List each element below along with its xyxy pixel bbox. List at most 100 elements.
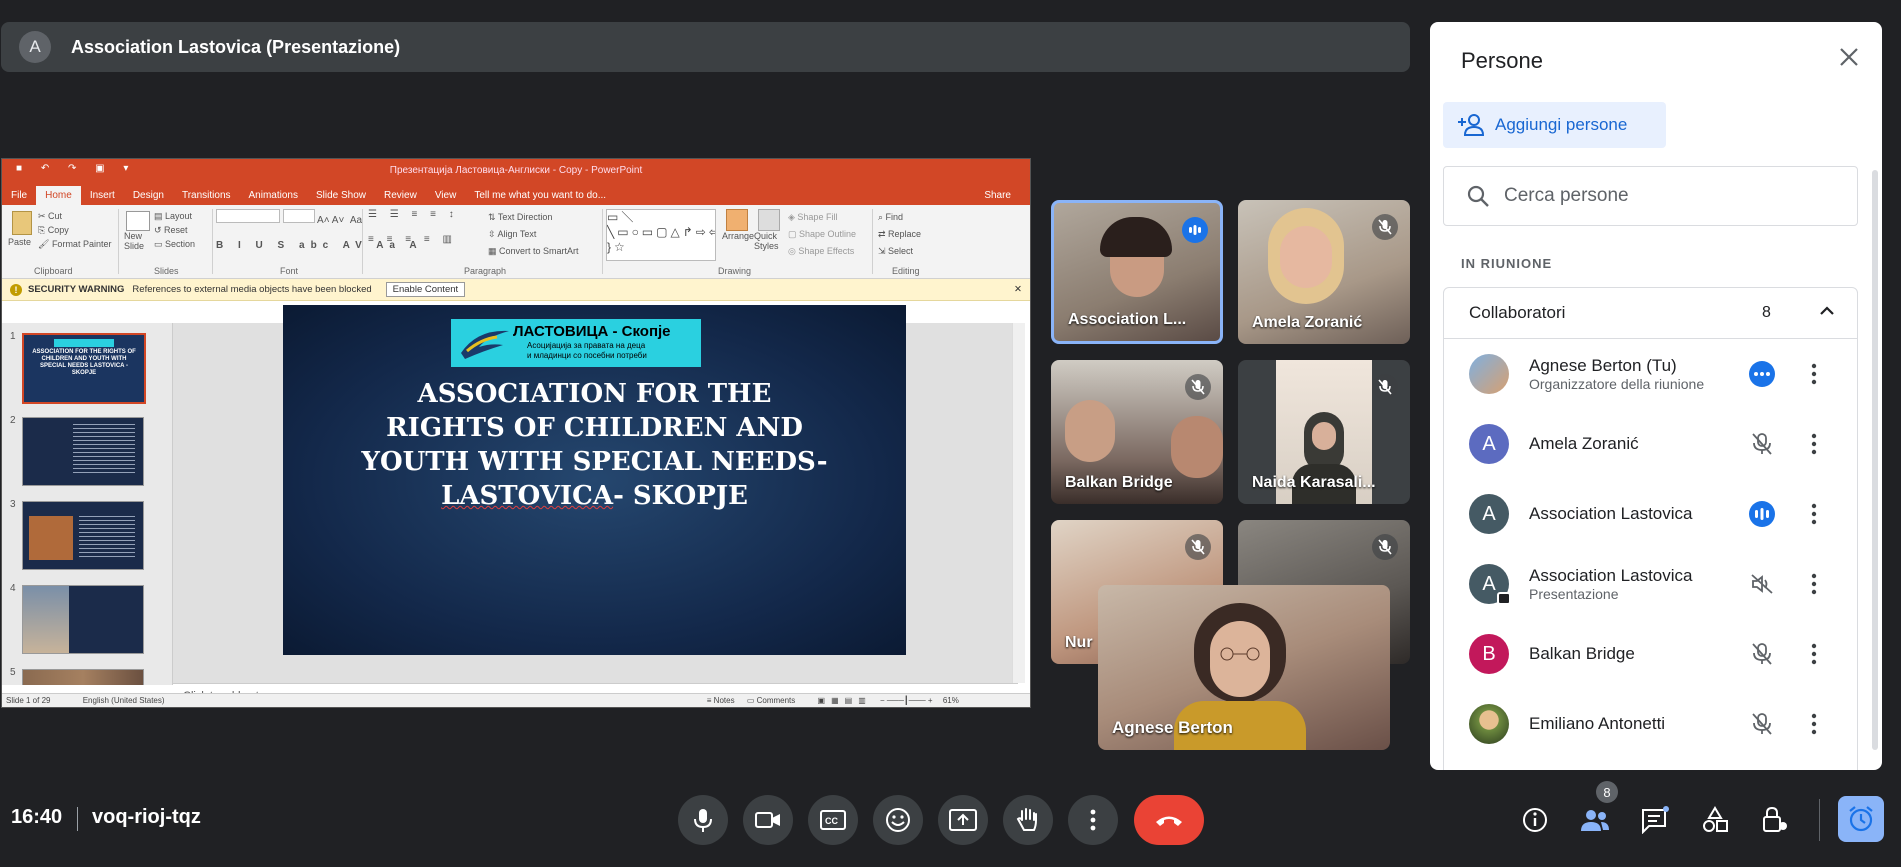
- align-text-button[interactable]: ⇳ Align Text: [488, 226, 579, 243]
- close-panel-button[interactable]: [1838, 46, 1860, 73]
- presenting-indicator-icon: [1746, 358, 1778, 390]
- participant-row[interactable]: A Association Lastovica Presentazione: [1444, 548, 1857, 618]
- tile-association-lastovica[interactable]: Association L...: [1051, 200, 1223, 344]
- tab-slideshow[interactable]: Slide Show: [307, 186, 375, 205]
- comments-toggle[interactable]: ▭ Comments: [747, 696, 795, 705]
- reset-button[interactable]: ↺ Reset: [154, 223, 195, 237]
- more-options-button[interactable]: [1068, 795, 1118, 845]
- camera-button[interactable]: [743, 795, 793, 845]
- font-size-field[interactable]: [282, 209, 315, 223]
- tab-animations[interactable]: Animations: [240, 186, 307, 205]
- format-painter-button[interactable]: 🖌 Format Painter: [38, 237, 111, 251]
- chat-button[interactable]: [1635, 800, 1675, 840]
- more-options-icon[interactable]: [1810, 502, 1818, 526]
- font-name-field[interactable]: [216, 209, 280, 223]
- view-buttons[interactable]: ▣▦▤▥: [818, 696, 872, 705]
- chevron-up-icon[interactable]: [1816, 300, 1838, 322]
- select-button[interactable]: ⇲ Select: [878, 243, 921, 260]
- share-button[interactable]: Share: [975, 186, 1020, 205]
- shapes-gallery[interactable]: ▭＼╲▭○▭▢△↱⇨⇦◇⬡{ }☆: [606, 209, 716, 261]
- slide-thumbnail-5[interactable]: [22, 669, 144, 685]
- thumb-logo: [54, 339, 114, 347]
- tab-transitions[interactable]: Transitions: [173, 186, 240, 205]
- cut-label: Cut: [48, 211, 63, 221]
- zoom-level: 61%: [942, 696, 959, 705]
- more-options-icon[interactable]: [1810, 362, 1818, 386]
- volume-off-icon[interactable]: [1746, 568, 1778, 600]
- shape-effects-button[interactable]: ◎ Shape Effects: [788, 243, 856, 260]
- convert-smartart-button[interactable]: ▦ Convert to SmartArt: [488, 243, 579, 260]
- arrange-button[interactable]: Arrange: [722, 209, 754, 241]
- participant-row[interactable]: A Association Lastovica: [1444, 478, 1857, 548]
- raise-hand-button[interactable]: [1003, 795, 1053, 845]
- slide-thumbnail-2[interactable]: [22, 417, 144, 486]
- mic-off-icon[interactable]: [1746, 428, 1778, 460]
- tab-insert[interactable]: Insert: [81, 186, 124, 205]
- timer-button[interactable]: [1838, 796, 1884, 842]
- find-button[interactable]: ⌕ Find: [878, 209, 921, 226]
- more-options-icon[interactable]: [1810, 712, 1818, 736]
- more-options-icon[interactable]: [1810, 572, 1818, 596]
- mic-off-icon[interactable]: [1746, 638, 1778, 670]
- alarm-clock-icon: [1849, 806, 1873, 832]
- more-options-icon[interactable]: [1810, 432, 1818, 456]
- tab-file[interactable]: File: [2, 186, 36, 205]
- new-slide-button[interactable]: New Slide: [124, 209, 154, 251]
- tile-balkan-bridge[interactable]: Balkan Bridge: [1051, 360, 1223, 504]
- editor-scrollbar[interactable]: [1012, 323, 1025, 683]
- present-screen-button[interactable]: [938, 795, 988, 845]
- close-warning-icon[interactable]: ✕: [1014, 284, 1022, 295]
- current-slide[interactable]: ЛАСТОВИЦА - Скопје Асоцијација за прават…: [283, 305, 906, 655]
- tab-view[interactable]: View: [426, 186, 466, 205]
- tell-me-box[interactable]: Tell me what you want to do...: [465, 186, 615, 205]
- mic-off-icon: [1372, 374, 1398, 400]
- section-button[interactable]: ▭ Section: [154, 237, 195, 251]
- more-options-icon[interactable]: [1810, 642, 1818, 666]
- tab-design[interactable]: Design: [124, 186, 173, 205]
- tile-self-agnese-berton[interactable]: Agnese Berton: [1098, 585, 1390, 750]
- presentation-badge-icon: [1497, 592, 1511, 606]
- enable-content-button[interactable]: Enable Content: [385, 282, 466, 297]
- tab-home[interactable]: Home: [36, 186, 81, 205]
- participant-row[interactable]: B Balkan Bridge: [1444, 618, 1857, 688]
- participant-row[interactable]: Agnese Berton (Tu) Organizzatore della r…: [1444, 338, 1857, 408]
- shape-fill-button[interactable]: ◈ Shape Fill: [788, 209, 856, 226]
- slide-thumbnail-3[interactable]: [22, 501, 144, 570]
- cut-button[interactable]: ✂ Cut: [38, 209, 111, 223]
- svg-text:CC: CC: [825, 816, 838, 826]
- add-people-label: Aggiungi persone: [1495, 115, 1628, 134]
- thumb-number: 1: [10, 331, 16, 342]
- participant-row[interactable]: A Amela Zoranić: [1444, 408, 1857, 478]
- notes-toggle[interactable]: ≡ Notes: [707, 696, 735, 705]
- slide-thumbnail-4[interactable]: [22, 585, 144, 654]
- people-button[interactable]: [1575, 800, 1615, 840]
- zoom-slider[interactable]: − ───┃─── +: [880, 696, 933, 705]
- paste-icon[interactable]: [12, 211, 32, 235]
- layout-button[interactable]: ▤ Layout: [154, 209, 195, 223]
- microphone-button[interactable]: [678, 795, 728, 845]
- shape-outline-button[interactable]: ▢ Shape Outline: [788, 226, 856, 243]
- copy-button[interactable]: ⎘ Copy: [38, 223, 111, 237]
- panel-scrollbar[interactable]: [1872, 170, 1878, 750]
- tab-review[interactable]: Review: [375, 186, 426, 205]
- slide-thumbnail-1[interactable]: ASSOCIATION FOR THE RIGHTS OF CHILDREN A…: [22, 333, 146, 404]
- tile-amela-zoranic[interactable]: Amela Zoranić: [1238, 200, 1410, 344]
- participant-name: Amela Zoranić: [1529, 434, 1639, 453]
- leave-call-button[interactable]: [1134, 795, 1204, 845]
- host-controls-button[interactable]: [1755, 800, 1795, 840]
- participant-name: Agnese Berton (Tu): [1529, 356, 1677, 375]
- add-people-button[interactable]: Aggiungi persone: [1443, 102, 1666, 148]
- search-people-input[interactable]: Cerca persone: [1443, 166, 1858, 226]
- participant-row[interactable]: Emiliano Antonetti: [1444, 688, 1857, 758]
- reactions-button[interactable]: [873, 795, 923, 845]
- mic-off-icon[interactable]: [1746, 708, 1778, 740]
- logo-title: ЛАСТОВИЦА - Скопје: [513, 323, 671, 340]
- tile-naida-karasalihovic[interactable]: Naida Karasali...: [1238, 360, 1410, 504]
- quick-styles-button[interactable]: Quick Styles: [754, 209, 786, 251]
- collaborators-header[interactable]: Collaboratori 8: [1444, 288, 1857, 339]
- captions-button[interactable]: CC: [808, 795, 858, 845]
- text-direction-button[interactable]: ⇅ Text Direction: [488, 209, 579, 226]
- meeting-details-button[interactable]: [1515, 800, 1555, 840]
- replace-button[interactable]: ⇄ Replace: [878, 226, 921, 243]
- activities-button[interactable]: [1695, 800, 1735, 840]
